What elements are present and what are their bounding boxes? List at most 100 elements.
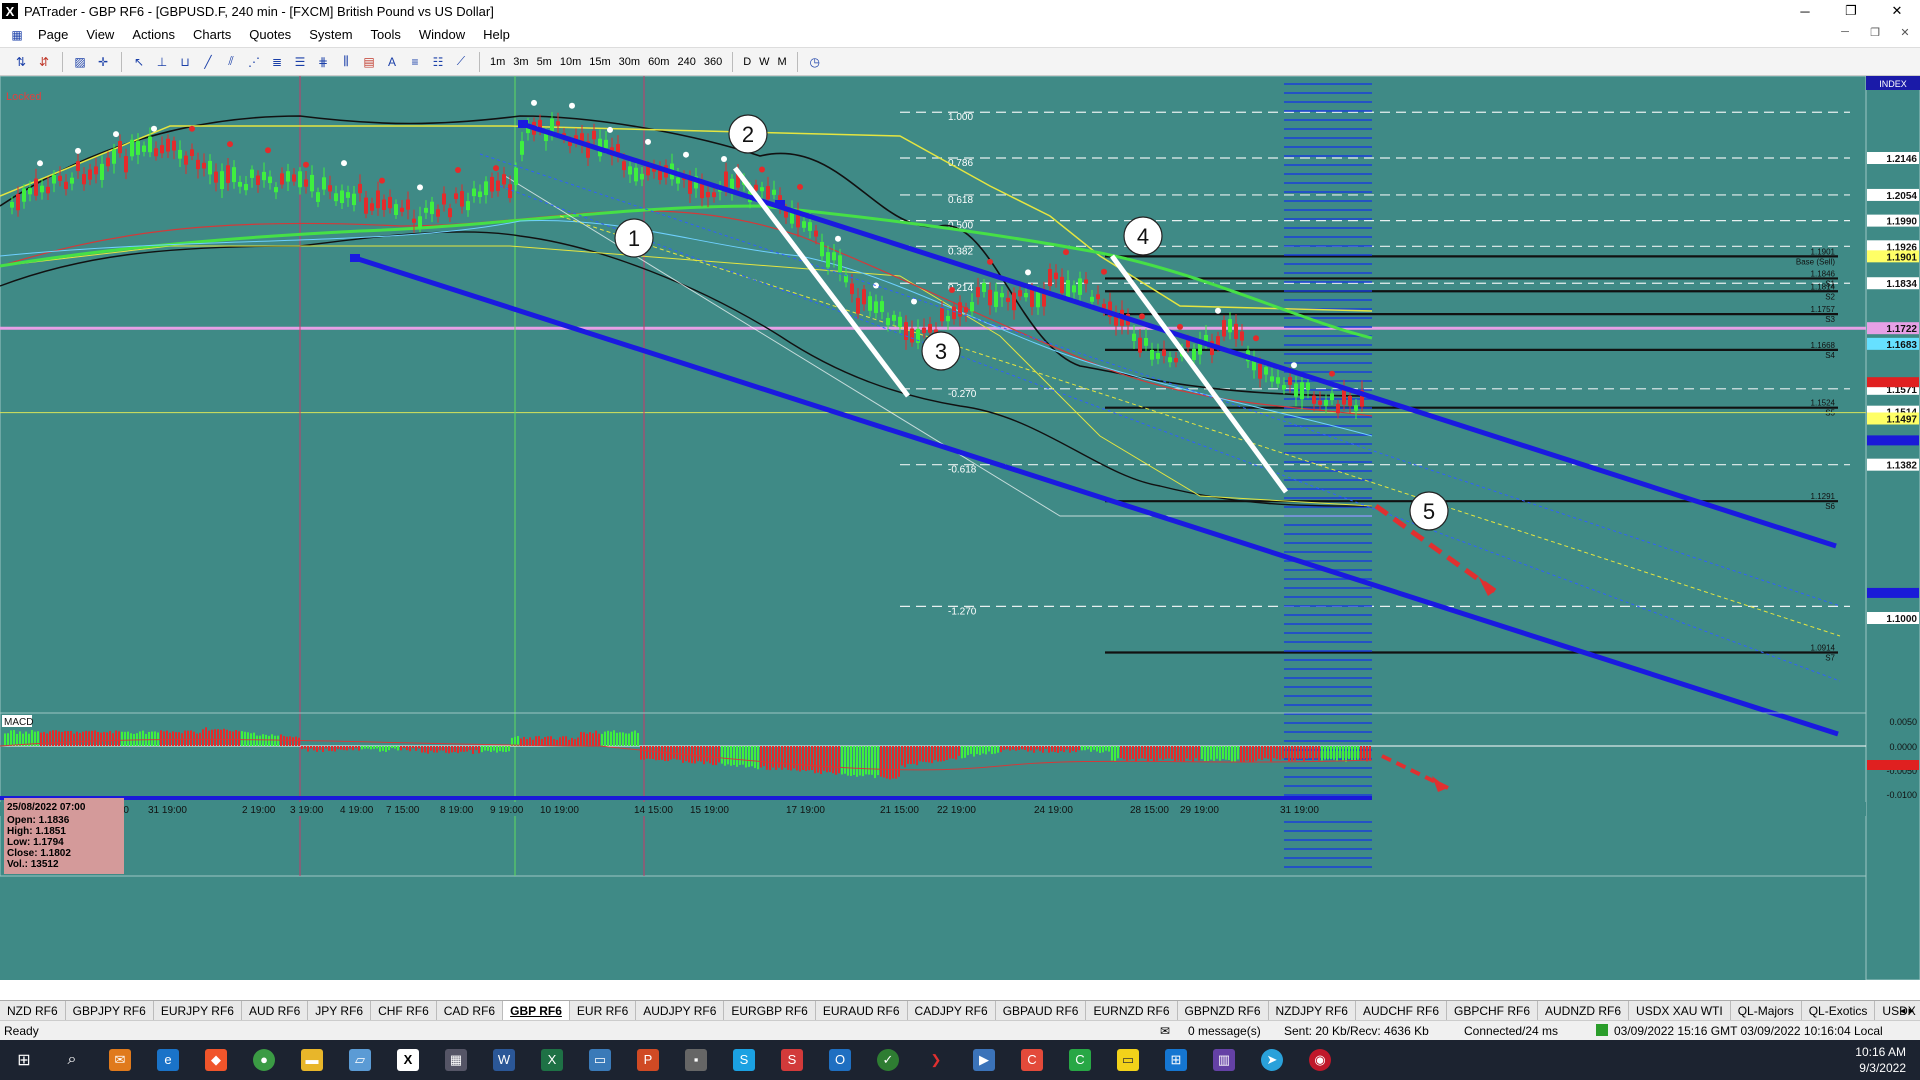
blue-app-icon[interactable]: ▶ <box>960 1040 1008 1080</box>
timeframe-15m[interactable]: 15m <box>585 51 614 73</box>
trendline-icon[interactable]: ╱ <box>197 51 219 73</box>
tab-gbpjpy-rf6[interactable]: GBPJPY RF6 <box>66 1001 154 1020</box>
fib-extension-icon[interactable]: ☰ <box>289 51 311 73</box>
menu-actions[interactable]: Actions <box>123 27 184 42</box>
mail-app-icon[interactable]: ✉ <box>96 1040 144 1080</box>
timeframe-30m[interactable]: 30m <box>615 51 644 73</box>
tab-gbpchf-rf6[interactable]: GBPCHF RF6 <box>1447 1001 1539 1020</box>
fibonacci-icon[interactable]: ≣ <box>266 51 288 73</box>
timeframe-5m[interactable]: 5m <box>533 51 556 73</box>
pointer-icon[interactable]: ↖ <box>128 51 150 73</box>
gann-icon[interactable]: ⋕ <box>312 51 334 73</box>
rectangle-icon[interactable]: ▤ <box>358 51 380 73</box>
horizontal-line-icon[interactable]: ⊥ <box>151 51 173 73</box>
twitch-icon[interactable]: ▥ <box>1200 1040 1248 1080</box>
windows-start-icon[interactable]: ⊞ <box>0 1040 48 1080</box>
indicator-icon[interactable]: ⟋ <box>450 51 472 73</box>
menu-charts[interactable]: Charts <box>184 27 240 42</box>
tab-ql-exotics[interactable]: QL-Exotics <box>1802 1001 1876 1020</box>
minimize-button[interactable]: ─ <box>1782 0 1828 22</box>
timeframe-240[interactable]: 240 <box>673 51 699 73</box>
tab-scroll-arrows[interactable]: ◂ ▸ <box>1900 1001 1914 1020</box>
mdi-close-button[interactable]: ✕ <box>1894 26 1916 39</box>
menu-tools[interactable]: Tools <box>362 27 410 42</box>
file-explorer-icon[interactable]: ▬ <box>288 1040 336 1080</box>
pivot-icon[interactable]: ≡ <box>404 51 426 73</box>
brave-browser-icon[interactable]: ◆ <box>192 1040 240 1080</box>
system-clock[interactable]: 10:16 AM 9/3/2022 <box>1855 1044 1906 1076</box>
calculator-icon[interactable]: ▦ <box>432 1040 480 1080</box>
fan-icon[interactable]: ⋰ <box>243 51 265 73</box>
chart-page-icon[interactable]: ▦ <box>6 24 28 46</box>
ccleaner-icon[interactable]: C <box>1008 1040 1056 1080</box>
generic-app-icon[interactable]: ▪ <box>672 1040 720 1080</box>
mail-icon[interactable]: ✉ <box>1160 1024 1170 1038</box>
skype-icon[interactable]: S <box>720 1040 768 1080</box>
cycle-lines-icon[interactable]: ⫼ <box>335 51 357 73</box>
tab-nzd-rf6[interactable]: NZD RF6 <box>0 1001 66 1020</box>
tab-nzdjpy-rf6[interactable]: NZDJPY RF6 <box>1269 1001 1356 1020</box>
tab-gbpnzd-rf6[interactable]: GBPNZD RF6 <box>1178 1001 1269 1020</box>
tab-cadjpy-rf6[interactable]: CADJPY RF6 <box>908 1001 996 1020</box>
telegram-icon[interactable]: ➤ <box>1248 1040 1296 1080</box>
close-button[interactable]: ✕ <box>1874 0 1920 22</box>
levels-icon[interactable]: ☷ <box>427 51 449 73</box>
chrome-browser-icon[interactable]: ● <box>240 1040 288 1080</box>
tab-jpy-rf6[interactable]: JPY RF6 <box>308 1001 372 1020</box>
mdi-restore-button[interactable]: ❐ <box>1864 26 1886 39</box>
buy-icon[interactable]: ⇅ <box>10 51 32 73</box>
tab-eurgbp-rf6[interactable]: EURGBP RF6 <box>724 1001 816 1020</box>
tab-gbpaud-rf6[interactable]: GBPAUD RF6 <box>996 1001 1087 1020</box>
edge-browser-icon[interactable]: e <box>144 1040 192 1080</box>
restore-button[interactable]: ❐ <box>1828 0 1874 22</box>
tab-eurjpy-rf6[interactable]: EURJPY RF6 <box>154 1001 242 1020</box>
tab-ql-majors[interactable]: QL-Majors <box>1731 1001 1802 1020</box>
tab-audchf-rf6[interactable]: AUDCHF RF6 <box>1356 1001 1447 1020</box>
vertical-line-icon[interactable]: ⊔ <box>174 51 196 73</box>
store-icon[interactable]: ⊞ <box>1152 1040 1200 1080</box>
menu-page[interactable]: Page <box>29 27 77 42</box>
powerpoint-icon[interactable]: P <box>624 1040 672 1080</box>
red-circle-app-icon[interactable]: ◉ <box>1296 1040 1344 1080</box>
tab-usdx-xau-wti[interactable]: USDX XAU WTI <box>1629 1001 1731 1020</box>
menu-help[interactable]: Help <box>474 27 519 42</box>
new-chart-icon[interactable]: ▨ <box>69 51 91 73</box>
outlook-icon[interactable]: O <box>816 1040 864 1080</box>
clock-icon[interactable]: ◷ <box>804 51 826 73</box>
timeframe-10m[interactable]: 10m <box>556 51 585 73</box>
timeframe-3m[interactable]: 3m <box>509 51 532 73</box>
tradingapp-green-icon[interactable]: ✓ <box>864 1040 912 1080</box>
patrader-app-icon[interactable]: X <box>384 1040 432 1080</box>
tab-audjpy-rf6[interactable]: AUDJPY RF6 <box>636 1001 725 1020</box>
red-bird-icon[interactable]: ❯ <box>912 1040 960 1080</box>
menu-view[interactable]: View <box>77 27 123 42</box>
tab-chf-rf6[interactable]: CHF RF6 <box>371 1001 437 1020</box>
photos-icon[interactable]: ▭ <box>576 1040 624 1080</box>
tab-cad-rf6[interactable]: CAD RF6 <box>437 1001 504 1020</box>
word-icon[interactable]: W <box>480 1040 528 1080</box>
channel-icon[interactable]: ⫽ <box>220 51 242 73</box>
menu-quotes[interactable]: Quotes <box>240 27 300 42</box>
text-icon[interactable]: A <box>381 51 403 73</box>
timeframe-1m[interactable]: 1m <box>486 51 509 73</box>
tab-eur-rf6[interactable]: EUR RF6 <box>570 1001 637 1020</box>
timeframe-360[interactable]: 360 <box>700 51 726 73</box>
timeframe-weekly[interactable]: W <box>755 51 773 73</box>
excel-icon[interactable]: X <box>528 1040 576 1080</box>
timeframe-daily[interactable]: D <box>739 51 755 73</box>
mdi-minimize-button[interactable]: ─ <box>1834 26 1856 39</box>
sell-icon[interactable]: ⇵ <box>33 51 55 73</box>
price-chart[interactable]: 1.0000.7860.6180.5000.3820.214-0.270-0.6… <box>0 76 1920 980</box>
tab-aud-rf6[interactable]: AUD RF6 <box>242 1001 309 1020</box>
notes-app-icon[interactable]: ▱ <box>336 1040 384 1080</box>
sticky-notes-icon[interactable]: ▭ <box>1104 1040 1152 1080</box>
timeframe-monthly[interactable]: M <box>774 51 791 73</box>
red-s-app-icon[interactable]: S <box>768 1040 816 1080</box>
tab-gbp-rf6[interactable]: GBP RF6 <box>503 1001 570 1020</box>
tab-audnzd-rf6[interactable]: AUDNZD RF6 <box>1538 1001 1630 1020</box>
green-c-app-icon[interactable]: C <box>1056 1040 1104 1080</box>
menu-system[interactable]: System <box>300 27 361 42</box>
tab-euraud-rf6[interactable]: EURAUD RF6 <box>816 1001 908 1020</box>
menu-window[interactable]: Window <box>410 27 474 42</box>
tab-eurnzd-rf6[interactable]: EURNZD RF6 <box>1086 1001 1178 1020</box>
